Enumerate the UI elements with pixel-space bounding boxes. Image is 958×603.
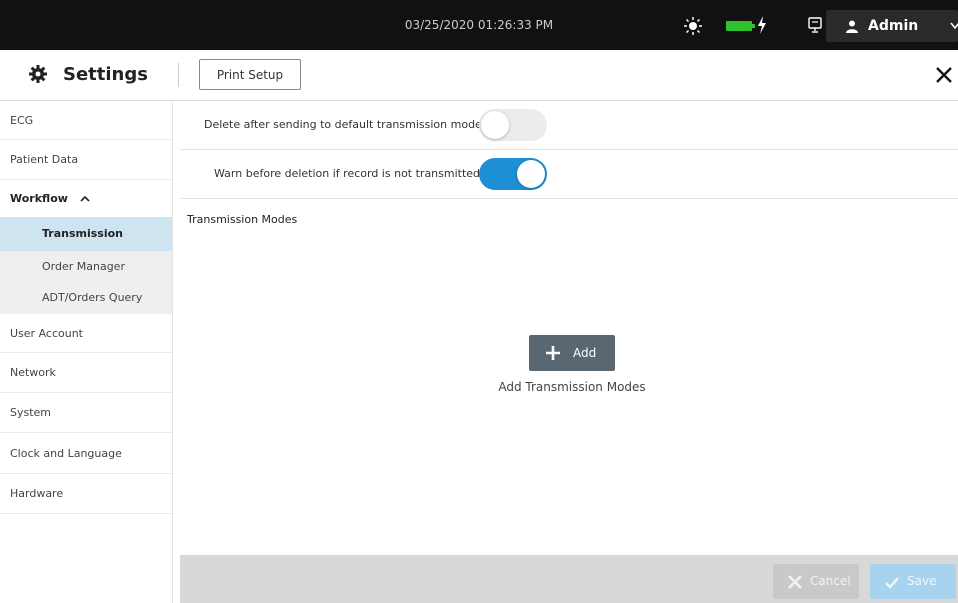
transmission-modes-title: Transmission Modes [187, 213, 298, 226]
page-header: Settings Print Setup [0, 50, 958, 101]
sidebar-item-system[interactable]: System [0, 393, 172, 433]
sidebar-item-label: Workflow [10, 192, 68, 205]
user-menu[interactable]: Admin [826, 10, 958, 42]
sidebar-item-label: Network [10, 366, 56, 379]
sidebar-item-label: ECG [10, 114, 34, 127]
sidebar-item-clock-and-language[interactable]: Clock and Language [0, 433, 172, 474]
sidebar-item-order-manager[interactable]: Order Manager [0, 251, 172, 282]
brightness-icon[interactable] [684, 17, 702, 35]
cancel-label: Cancel [810, 574, 851, 588]
sidebar-item-label: ADT/Orders Query [42, 291, 143, 304]
charging-icon [758, 16, 766, 34]
battery-icon [726, 21, 755, 31]
warn-before-deletion-row: Warn before deletion if record is not tr… [180, 150, 958, 199]
user-icon [846, 20, 858, 33]
add-transmission-modes-caption: Add Transmission Modes [498, 380, 646, 394]
save-label: Save [907, 574, 937, 588]
chevron-up-icon [80, 195, 90, 202]
display-icon[interactable] [808, 17, 822, 33]
action-footer: Cancel Save [180, 555, 958, 603]
header-divider [178, 63, 179, 87]
delete-after-sending-label: Delete after sending to default transmis… [204, 118, 482, 131]
user-name: Admin [868, 18, 919, 34]
delete-after-sending-row: Delete after sending to default transmis… [180, 101, 958, 150]
cancel-button[interactable]: Cancel [773, 564, 859, 599]
save-button[interactable]: Save [870, 564, 956, 599]
close-icon [788, 575, 802, 589]
sidebar-item-user-account[interactable]: User Account [0, 314, 172, 353]
add-button-label: Add [573, 346, 597, 360]
check-icon [885, 577, 899, 589]
gear-icon [29, 65, 47, 83]
add-transmission-mode-button[interactable]: Add [529, 335, 615, 371]
sidebar-item-adt-orders-query[interactable]: ADT/Orders Query [0, 282, 172, 314]
sidebar-item-workflow[interactable]: Workflow [0, 180, 172, 217]
plus-icon [546, 346, 560, 360]
sidebar-item-label: System [10, 406, 52, 419]
sidebar-item-hardware[interactable]: Hardware [0, 474, 172, 514]
print-setup-button[interactable]: Print Setup [199, 59, 301, 90]
toggle-knob [481, 111, 509, 139]
status-bar: 03/25/2020 01:26:33 PM Admin [0, 0, 958, 50]
sidebar-item-label: Patient Data [10, 153, 79, 166]
sidebar-item-ecg[interactable]: ECG [0, 101, 172, 140]
sidebar-item-label: Transmission [42, 227, 124, 240]
chevron-down-icon [950, 22, 958, 30]
warn-before-deletion-label: Warn before deletion if record is not tr… [214, 167, 481, 180]
sidebar-item-label: Hardware [10, 487, 64, 500]
sidebar-item-label: Clock and Language [10, 447, 122, 460]
warn-before-deletion-toggle[interactable] [479, 158, 547, 190]
sidebar-item-network[interactable]: Network [0, 353, 172, 393]
sidebar-item-patient-data[interactable]: Patient Data [0, 140, 172, 180]
sidebar-item-label: Order Manager [42, 260, 125, 273]
close-icon[interactable] [935, 66, 953, 84]
toggle-knob [517, 160, 545, 188]
sidebar-item-label: User Account [10, 327, 83, 340]
page-title: Settings [63, 64, 148, 85]
sidebar-item-transmission[interactable]: Transmission [0, 217, 172, 251]
settings-sidebar: ECG Patient Data Workflow Transmission O… [0, 101, 173, 603]
delete-after-sending-toggle[interactable] [479, 109, 547, 141]
